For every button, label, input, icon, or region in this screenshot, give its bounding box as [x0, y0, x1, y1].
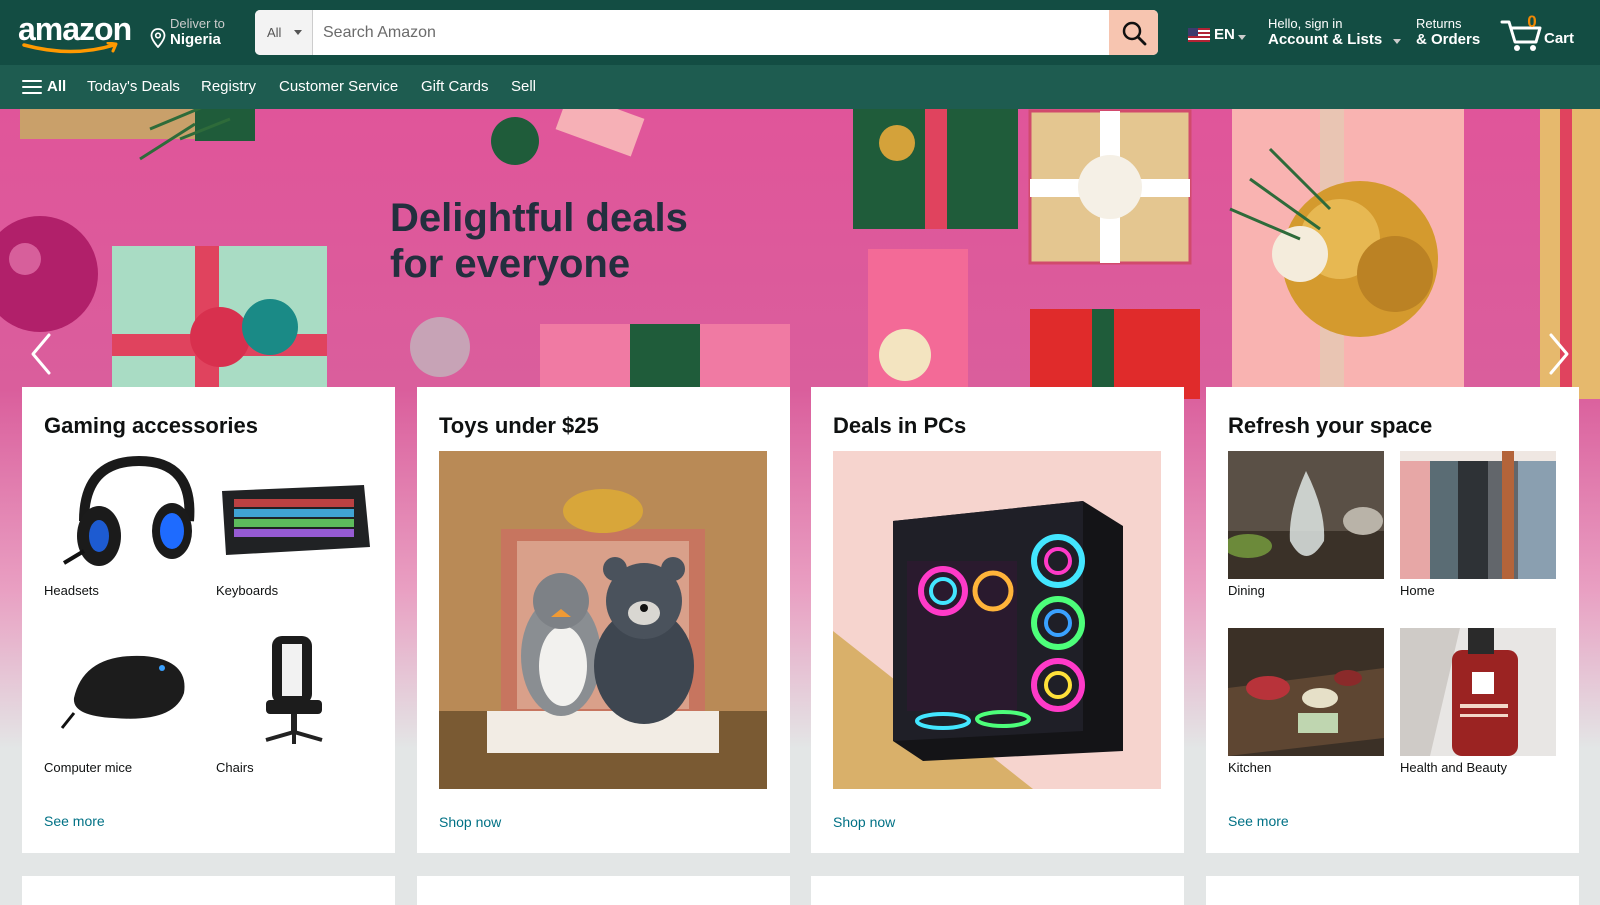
- tile-chairs[interactable]: Chairs: [216, 628, 372, 778]
- top-navigation-bar: amazon Deliver to Nigeria All Search Ama…: [0, 0, 1600, 65]
- see-more-link[interactable]: See more: [1228, 813, 1289, 829]
- keyboard-image: [216, 451, 372, 579]
- tile-dining[interactable]: Dining: [1228, 451, 1384, 601]
- hero-headline-line-1: Delightful deals: [390, 196, 688, 240]
- tile-computer-mice[interactable]: Computer mice: [44, 628, 200, 778]
- card-gaming-accessories: Gaming accessories Headsets Keyboards Co…: [22, 387, 395, 853]
- card-toys-under-25: Toys under $25 Shop now: [417, 387, 790, 853]
- tile-headsets[interactable]: Headsets: [44, 451, 200, 601]
- tile-home[interactable]: Home: [1400, 451, 1556, 601]
- gaming-pc-image[interactable]: [833, 451, 1161, 789]
- nav-link-todays-deals[interactable]: Today's Deals: [87, 78, 180, 95]
- deliver-label: Deliver to: [170, 16, 225, 31]
- card-placeholder: [22, 876, 395, 905]
- logo-text: amazon: [18, 11, 132, 47]
- hero-headline-line-2: for everyone: [390, 242, 631, 286]
- secondary-navigation-bar: All Today's Deals Registry Customer Serv…: [0, 65, 1600, 109]
- chevron-down-icon: [1238, 35, 1246, 40]
- nav-link-gift-cards[interactable]: Gift Cards: [421, 78, 489, 95]
- hamburger-menu-icon: [22, 80, 42, 94]
- shop-now-link[interactable]: Shop now: [833, 814, 895, 830]
- orders-label: & Orders: [1416, 31, 1481, 48]
- nav-link-registry[interactable]: Registry: [201, 78, 256, 95]
- search-category-value: All: [267, 25, 282, 40]
- search-icon: [1122, 21, 1146, 45]
- search-category-select[interactable]: All: [255, 10, 313, 55]
- amazon-logo[interactable]: amazon: [18, 11, 132, 56]
- search-input[interactable]: [313, 10, 1098, 55]
- deliver-to-location[interactable]: Deliver to Nigeria: [148, 16, 244, 52]
- language-code: EN: [1214, 26, 1235, 43]
- chevron-left-icon[interactable]: [25, 329, 55, 379]
- deliver-location: Nigeria: [170, 31, 221, 48]
- tile-caption: Kitchen: [1228, 760, 1272, 775]
- dining-image: [1228, 451, 1384, 579]
- see-more-link[interactable]: See more: [44, 813, 105, 829]
- card-refresh-your-space: Refresh your space Dining Home Kitchen H…: [1206, 387, 1579, 853]
- account-label: Account & Lists: [1268, 31, 1383, 48]
- chevron-down-icon: [1393, 39, 1401, 44]
- gaming-chair-image: [216, 628, 372, 756]
- health-beauty-bottle-image: [1400, 628, 1556, 756]
- card-title: Deals in PCs: [833, 413, 967, 438]
- returns-label: Returns: [1416, 16, 1462, 31]
- language-selector[interactable]: EN: [1188, 24, 1248, 48]
- cart-label: Cart: [1544, 30, 1575, 47]
- nav-link-customer-service[interactable]: Customer Service: [279, 78, 398, 95]
- mouse-image: [44, 628, 200, 756]
- tile-caption: Home: [1400, 583, 1435, 598]
- account-and-lists[interactable]: Hello, sign in Account & Lists: [1268, 16, 1403, 52]
- tile-kitchen[interactable]: Kitchen: [1228, 628, 1384, 778]
- us-flag-icon: [1188, 28, 1210, 42]
- tile-caption: Chairs: [216, 760, 254, 775]
- card-title: Toys under $25: [439, 413, 599, 438]
- search-button[interactable]: [1109, 10, 1158, 55]
- search-bar: All: [255, 10, 1158, 55]
- account-greeting: Hello, sign in: [1268, 16, 1343, 31]
- chevron-down-icon: [294, 30, 302, 35]
- tile-health-and-beauty[interactable]: Health and Beauty: [1400, 628, 1556, 778]
- tile-keyboards[interactable]: Keyboards: [216, 451, 372, 601]
- card-deals-in-pcs: Deals in PCs Shop now: [811, 387, 1184, 853]
- all-menu-button[interactable]: All: [22, 78, 66, 95]
- chevron-right-icon[interactable]: [1545, 329, 1575, 379]
- location-pin-icon: [150, 28, 166, 48]
- tile-caption: Headsets: [44, 583, 99, 598]
- card-placeholder: [811, 876, 1184, 905]
- tile-caption: Computer mice: [44, 760, 133, 775]
- cart-count: 0: [1527, 12, 1537, 31]
- hero-headline: Delightful deals for everyone: [390, 195, 790, 287]
- all-menu-label: All: [47, 78, 67, 95]
- card-placeholder: [417, 876, 790, 905]
- card-title: Refresh your space: [1228, 413, 1433, 438]
- returns-and-orders[interactable]: Returns & Orders: [1416, 16, 1491, 52]
- holiday-gifts-illustration: [0, 109, 1600, 399]
- home-textiles-image: [1400, 451, 1556, 579]
- nav-link-sell[interactable]: Sell: [511, 78, 536, 95]
- tile-caption: Dining: [1228, 583, 1265, 598]
- logo-smile-icon: [22, 42, 118, 54]
- card-title: Gaming accessories: [44, 413, 259, 438]
- cart-button[interactable]: 0 Cart: [1500, 12, 1588, 52]
- card-placeholder: [1206, 876, 1579, 905]
- tile-caption: Keyboards: [216, 583, 279, 598]
- plush-toys-image[interactable]: [439, 451, 767, 789]
- headset-image: [44, 451, 200, 579]
- shop-now-link[interactable]: Shop now: [439, 814, 501, 830]
- tile-caption: Health and Beauty: [1400, 760, 1507, 775]
- kitchen-charcuterie-image: [1228, 628, 1384, 756]
